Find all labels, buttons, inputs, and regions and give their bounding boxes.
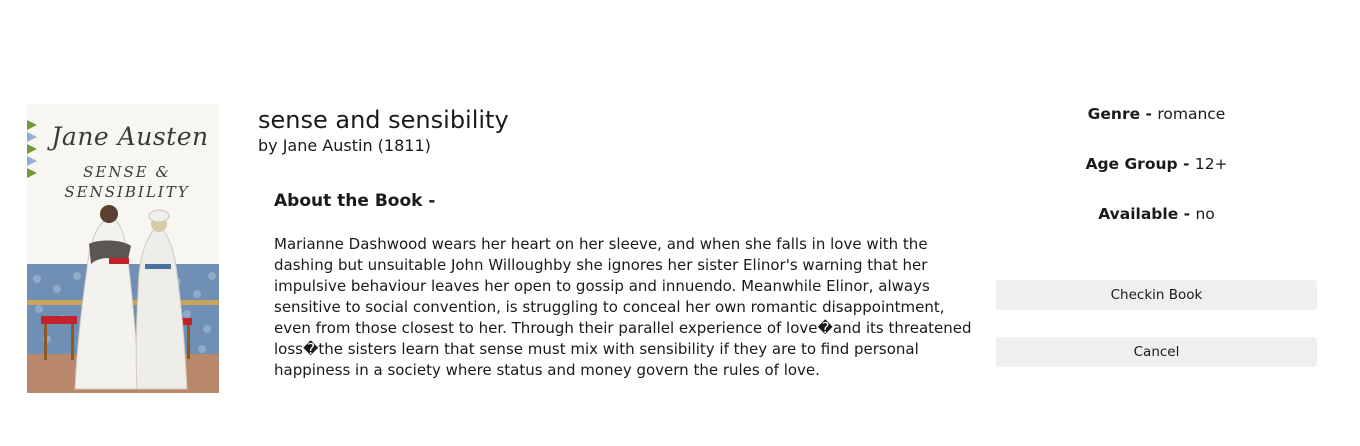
cover-title-text: SENSE & SENSIBILITY bbox=[64, 163, 190, 201]
book-cover-image: Jane Austen SENSE & SENSIBILITY bbox=[27, 104, 219, 393]
genre-row: Genre - romance bbox=[996, 103, 1317, 125]
genre-value: romance bbox=[1157, 105, 1226, 123]
genre-label: Genre - bbox=[1087, 105, 1158, 123]
availability-value: no bbox=[1195, 205, 1215, 223]
cover-author-text: Jane Austen bbox=[51, 122, 209, 151]
checkin-book-button[interactable]: Checkin Book bbox=[996, 280, 1317, 310]
age-group-value: 12+ bbox=[1194, 155, 1228, 173]
book-title: sense and sensibility bbox=[258, 106, 509, 134]
age-group-label: Age Group - bbox=[1085, 155, 1195, 173]
availability-row: Available - no bbox=[996, 203, 1317, 225]
age-group-row: Age Group - 12+ bbox=[996, 153, 1317, 175]
book-detail-page: Jane Austen SENSE & SENSIBILITY sense an… bbox=[0, 0, 1360, 446]
availability-label: Available - bbox=[1098, 205, 1196, 223]
book-byline: by Jane Austin (1811) bbox=[258, 136, 431, 155]
about-heading: About the Book - bbox=[274, 191, 436, 211]
cancel-button[interactable]: Cancel bbox=[996, 337, 1317, 367]
book-description: Marianne Dashwood wears her heart on her… bbox=[274, 235, 972, 379]
